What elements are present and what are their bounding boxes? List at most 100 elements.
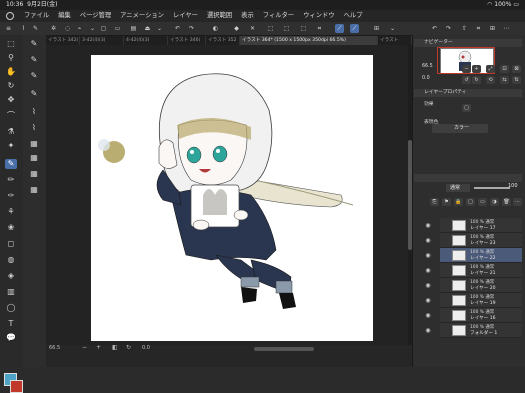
crop-icon[interactable]: ⌗ <box>474 24 483 33</box>
angle-value[interactable]: 0.0 <box>142 345 150 351</box>
selection-tool-icon[interactable]: ⬚ <box>5 39 17 49</box>
zoom-in-icon[interactable]: + <box>96 344 101 351</box>
chevron-down-icon[interactable]: ⌄ <box>88 24 97 33</box>
actual-size-icon[interactable]: ⊡ <box>500 65 509 73</box>
magic-wand-tool-icon[interactable]: ✦ <box>5 141 17 151</box>
menu-item[interactable]: 編集 <box>58 10 71 22</box>
select-all-icon[interactable]: ⬚ <box>266 24 275 33</box>
export-icon[interactable]: ⏏ <box>143 24 152 33</box>
layer-visibility-icon[interactable]: ◉ <box>424 218 432 233</box>
zoom-out-icon[interactable]: − <box>462 65 471 73</box>
new-layer-icon[interactable]: ▢ <box>466 198 475 206</box>
subtool-icon-6[interactable]: ⌇ <box>28 123 40 133</box>
menu-item[interactable]: フィルター <box>263 10 294 22</box>
menu-item[interactable]: 表示 <box>241 10 254 22</box>
rotate-icon[interactable]: ↻ <box>126 344 131 351</box>
subtool-icon-10[interactable]: ▦ <box>28 185 40 195</box>
zoom-out-icon[interactable]: − <box>82 344 87 351</box>
layer-visibility-icon[interactable]: ◉ <box>424 278 432 293</box>
menu-item[interactable]: ヘルプ <box>344 10 363 22</box>
blend-tool-icon[interactable]: ◍ <box>5 255 17 265</box>
layer-row[interactable]: 100 % 通常 レイヤー 22 <box>440 248 522 263</box>
menu-item[interactable]: アニメーション <box>120 10 164 22</box>
rotate-tool-icon[interactable]: ↻ <box>5 81 17 91</box>
expression-color-select[interactable]: カラー <box>432 124 488 133</box>
pen-icon[interactable]: ✎ <box>31 24 40 33</box>
flip-horizontal-icon[interactable]: ⇆ <box>500 76 509 84</box>
subtool-icon-2[interactable]: ✎ <box>28 55 40 65</box>
text-tool-icon[interactable]: T <box>5 319 17 329</box>
zoom-in-icon[interactable]: + <box>472 65 481 73</box>
layer-row[interactable]: 100 % 通常 レイヤー 21 <box>440 263 522 278</box>
menu-item[interactable]: ファイル <box>24 10 49 22</box>
new-file-icon[interactable]: ▢ <box>99 24 108 33</box>
subtool-icon-7[interactable]: ▦ <box>28 139 40 149</box>
layer-row[interactable]: 100 % 通常 レイヤー 16 <box>440 308 522 323</box>
layer-visibility-icon[interactable]: ◉ <box>424 233 432 248</box>
horizontal-scrollbar[interactable] <box>254 347 314 351</box>
fit-screen-icon[interactable]: ⤢ <box>486 65 495 73</box>
menu-item[interactable]: レイヤー <box>173 10 198 22</box>
chevron-down-icon[interactable]: ⌄ <box>388 24 397 33</box>
hand-tool-icon[interactable]: ✋ <box>5 67 17 77</box>
menu-icon[interactable]: ≡ <box>4 24 13 33</box>
layer-visibility-icon[interactable]: ◉ <box>424 248 432 263</box>
layer-visibility-icon[interactable]: ◉ <box>424 323 432 338</box>
invert-selection-icon[interactable]: ⬚ <box>282 24 291 33</box>
layer-row[interactable]: 100 % 通常 フォルダー 1 <box>440 323 522 338</box>
subtool-icon-1[interactable]: ✎ <box>28 39 40 49</box>
fill-icon[interactable]: ◆ <box>232 24 241 33</box>
opacity-value[interactable]: 100 <box>508 183 518 189</box>
clear-icon[interactable]: ✕ <box>248 24 257 33</box>
subtool-icon-3[interactable]: ✎ <box>28 71 40 81</box>
brush-icon[interactable]: ⌇ <box>19 24 28 33</box>
balloon-tool-icon[interactable]: 💬 <box>5 333 17 343</box>
reset-rotation-icon[interactable]: ⟲ <box>486 76 495 84</box>
layer-row[interactable]: 100 % 通常 レイヤー 17 <box>440 218 522 233</box>
layer-visibility-icon[interactable]: ◉ <box>424 308 432 323</box>
subtool-icon-9[interactable]: ▦ <box>28 169 40 179</box>
grid-icon[interactable]: ⊞ <box>488 24 497 33</box>
opacity-slider[interactable] <box>474 187 510 189</box>
zoom-tool-icon[interactable]: ⚲ <box>5 53 17 63</box>
document-tab[interactable]: 4-42(4)(3) <box>124 36 168 45</box>
airbrush-tool-icon[interactable]: ⚘ <box>5 207 17 217</box>
subtool-icon-4[interactable]: ✎ <box>28 89 40 99</box>
document-tab[interactable]: イラスト 364* (1500 x 1500px 350dpi 66.5%) <box>240 36 378 45</box>
undo-icon[interactable]: ↶ <box>430 24 439 33</box>
redo-icon[interactable]: ↷ <box>187 24 196 33</box>
share-icon[interactable]: ⇧ <box>460 24 469 33</box>
flip-vertical-icon[interactable]: ⇅ <box>512 76 521 84</box>
snap-grid-icon[interactable]: ⊞ <box>372 24 381 33</box>
more-icon[interactable]: ⋯ <box>513 198 522 206</box>
open-folder-icon[interactable]: ▭ <box>113 24 122 33</box>
perspective-snap-icon[interactable]: ⟋ <box>350 24 359 33</box>
gear-icon[interactable]: ✲ <box>49 24 58 33</box>
mask-icon[interactable]: ◑ <box>490 198 499 206</box>
fit-icon[interactable]: ◧ <box>112 344 118 351</box>
document-tab[interactable]: 3-42(4)(3) <box>80 36 124 45</box>
chevron-down-icon[interactable]: ⌄ <box>155 24 164 33</box>
new-folder-icon[interactable]: ▭ <box>478 198 487 206</box>
layer-row[interactable]: 100 % 通常 レイヤー 19 <box>440 293 522 308</box>
redo-icon[interactable]: ↷ <box>444 24 453 33</box>
layer-row[interactable]: 100 % 通常 レイヤー 23 <box>440 233 522 248</box>
ruler-snap-icon[interactable]: ⟋ <box>335 24 344 33</box>
transform-icon[interactable]: ◐ <box>211 24 220 33</box>
decoration-tool-icon[interactable]: ❀ <box>5 223 17 233</box>
pencil-tool-icon[interactable]: ✏ <box>5 175 17 185</box>
fill-tool-icon[interactable]: ◈ <box>5 271 17 281</box>
stabilizer-icon[interactable]: ⌁ <box>75 24 84 33</box>
eraser-tool-icon[interactable]: ◻ <box>5 239 17 249</box>
fit-window-icon[interactable]: ⊠ <box>512 65 521 73</box>
document-tab[interactable]: イラスト 346( <box>168 36 206 45</box>
clip-layer-icon[interactable]: ⎘ <box>430 198 439 206</box>
menu-item[interactable]: 選択範囲 <box>207 10 232 22</box>
app-logo-icon[interactable] <box>6 12 14 20</box>
gradient-tool-icon[interactable]: ▥ <box>5 287 17 297</box>
navigator-zoom[interactable]: 66.5 <box>422 64 433 69</box>
reference-layer-icon[interactable]: ⚑ <box>442 198 451 206</box>
rotate-right-icon[interactable]: ↻ <box>472 76 481 84</box>
brush-size-icon[interactable]: ◌ <box>63 24 72 33</box>
sub-color-swatch[interactable] <box>10 380 23 393</box>
